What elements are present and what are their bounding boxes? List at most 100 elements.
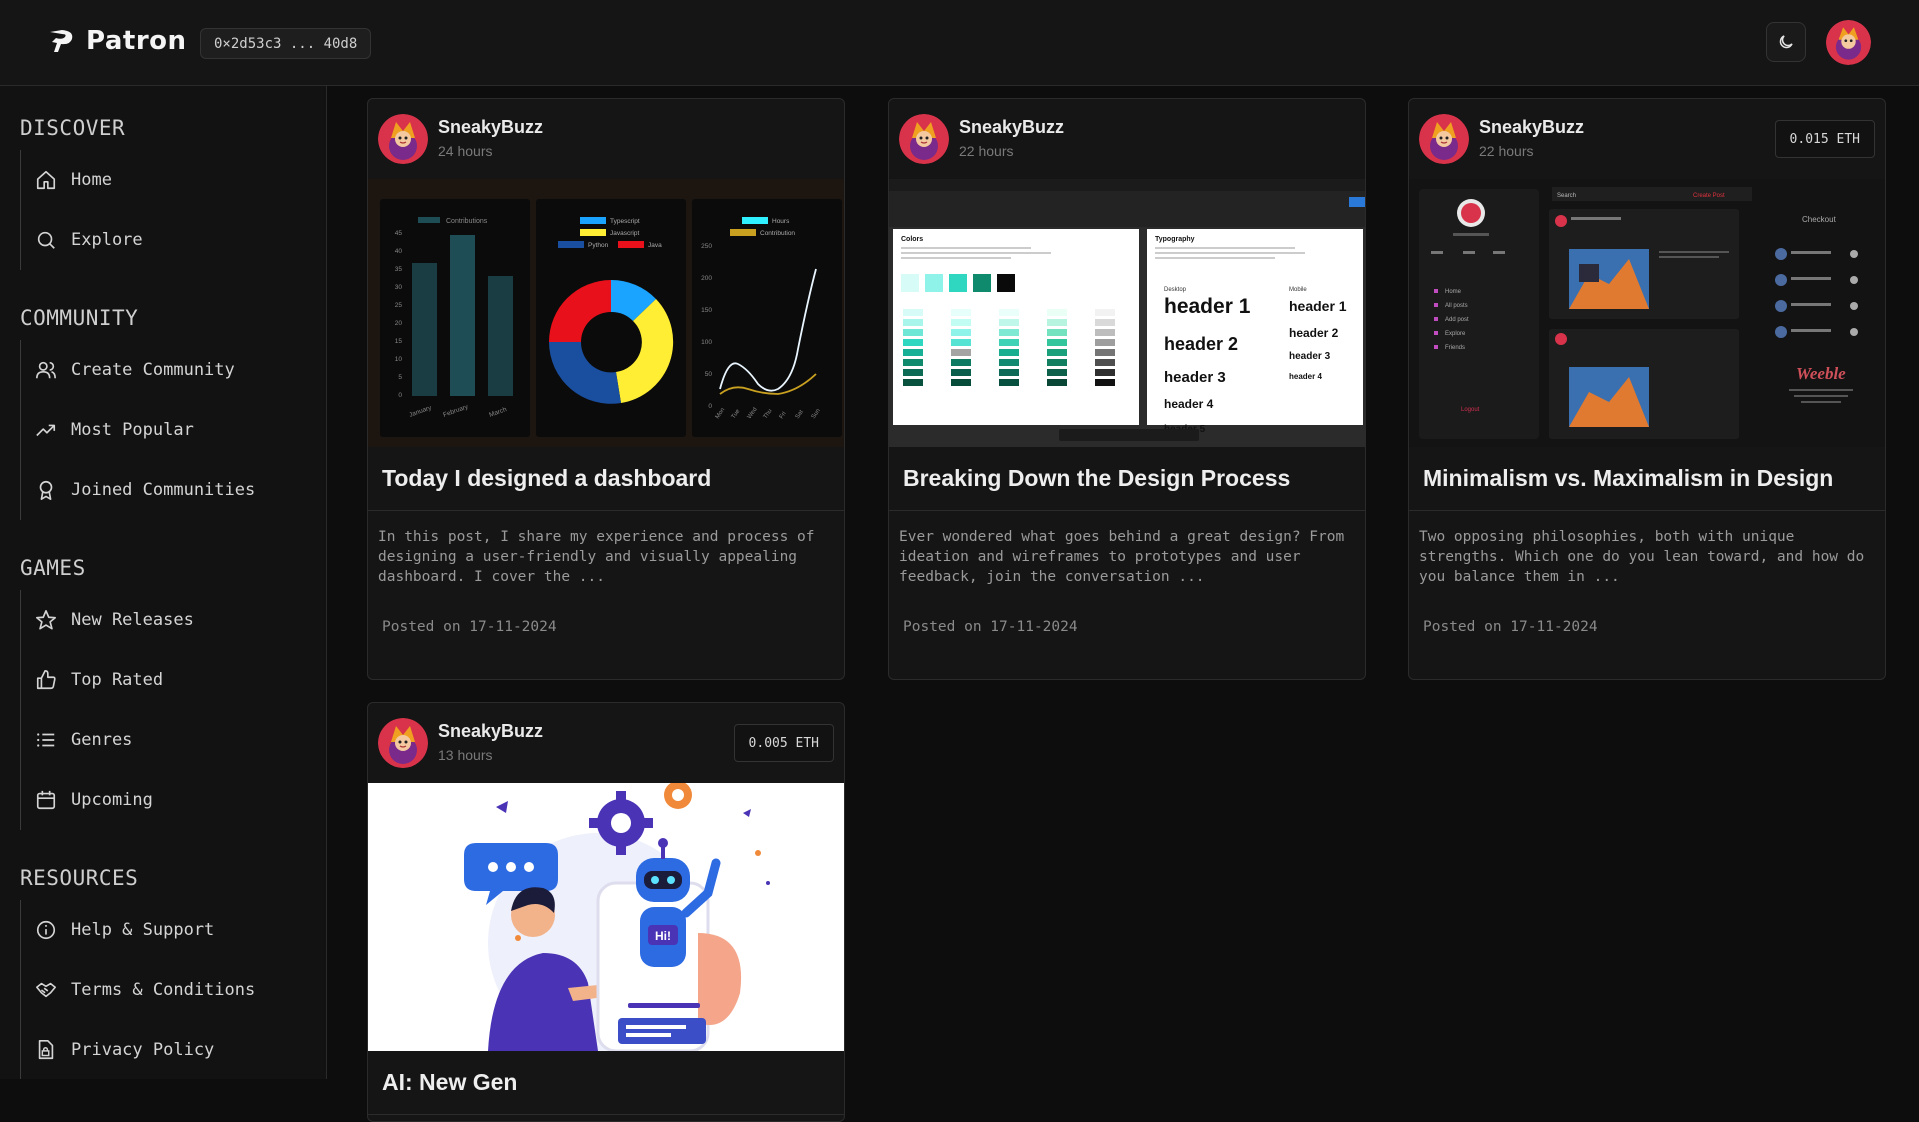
author-avatar[interactable] [1419,114,1469,164]
sidebar-item-new-releases[interactable]: New Releases [35,590,194,650]
moon-icon [1779,35,1793,49]
svg-text:Python: Python [588,242,609,249]
svg-text:150: 150 [701,307,712,314]
svg-text:All posts: All posts [1445,303,1468,309]
post-date: Posted on 17-11-2024 [382,619,557,635]
svg-text:header 3: header 3 [1289,351,1331,362]
sidebar-section-games: GAMES New Releases Top Rated Genres Upco… [20,556,194,830]
svg-text:Hi!: Hi! [655,929,671,943]
brand-logo[interactable]: Patron [48,26,187,56]
sidebar-item-privacy-policy[interactable]: Privacy Policy [35,1020,255,1079]
sidebar: DISCOVER Home Explore COMMUNITY Create C… [0,86,327,1079]
post-title[interactable]: Today I designed a dashboard [368,447,844,511]
svg-text:header 4: header 4 [1164,397,1214,411]
badge-icon [39,480,53,500]
social-app-preview: Home All posts Add post Explore Friends … [1419,187,1858,439]
user-avatar[interactable] [1826,20,1871,65]
svg-text:Weeble: Weeble [1796,364,1846,383]
sidebar-section-resources: RESOURCES Help & Support Terms & Conditi… [20,866,255,1079]
svg-text:Search: Search [1557,193,1576,199]
author-avatar[interactable] [378,718,428,768]
post-time: 13 hours [438,747,493,763]
svg-text:header 1: header 1 [1164,295,1251,318]
search-icon [37,231,55,249]
post-card[interactable]: SneakyBuzz 22 hours Colors Typography De… [888,98,1366,680]
price-badge[interactable]: 0.015 ETH [1774,120,1875,158]
post-image-design-system[interactable]: Colors Typography Desktop Mobile header … [889,179,1365,447]
design-system-preview: Colors Typography Desktop Mobile header … [889,179,1365,441]
svg-text:Add post: Add post [1445,317,1469,323]
sidebar-item-label: Privacy Policy [71,1040,215,1060]
sidebar-item-help-support[interactable]: Help & Support [35,900,255,960]
price-badge[interactable]: 0.005 ETH [733,724,834,762]
author-name[interactable]: SneakyBuzz [1479,117,1584,138]
svg-text:Desktop: Desktop [1164,287,1187,293]
svg-text:35: 35 [395,266,403,273]
svg-text:Javascript: Javascript [610,230,639,237]
post-header: SneakyBuzz 22 hours 0.015 ETH [1409,99,1885,179]
sidebar-item-upcoming[interactable]: Upcoming [35,770,194,830]
svg-text:20: 20 [395,320,403,327]
author-name[interactable]: SneakyBuzz [438,117,543,138]
home-icon [36,170,56,190]
sidebar-item-most-popular[interactable]: Most Popular [35,400,255,460]
post-header: SneakyBuzz 13 hours 0.005 ETH [368,703,844,783]
post-card[interactable]: SneakyBuzz 13 hours 0.005 ETH Hi! AI: Ne… [367,702,845,1122]
svg-text:Explore: Explore [1445,331,1466,337]
post-title[interactable]: AI: New Gen [368,1051,844,1115]
theme-toggle-button[interactable] [1766,22,1806,62]
post-image-ai[interactable]: Hi! [368,783,844,1051]
gear-icon [664,783,692,809]
sidebar-item-explore[interactable]: Explore [35,210,143,270]
info-icon [36,920,56,940]
sidebar-item-create-community[interactable]: Create Community [35,340,255,400]
svg-text:Contribution: Contribution [760,230,795,237]
svg-text:Typescript: Typescript [610,218,640,225]
nav-group: Home Explore [20,150,143,270]
author-name[interactable]: SneakyBuzz [959,117,1064,138]
svg-text:Friends: Friends [1445,345,1465,351]
sidebar-item-label: Explore [71,230,143,250]
svg-text:50: 50 [705,371,713,378]
sidebar-item-top-rated[interactable]: Top Rated [35,650,194,710]
post-image-social-app[interactable]: Home All posts Add post Explore Friends … [1409,179,1885,447]
sidebar-item-label: Most Popular [71,420,194,440]
post-description: Ever wondered what goes behind a great d… [899,529,1345,585]
post-card[interactable]: SneakyBuzz 24 hours Contributions 45 40 … [367,98,845,680]
sidebar-item-home[interactable]: Home [35,150,143,210]
users-icon [36,361,56,379]
sidebar-item-joined-communities[interactable]: Joined Communities [35,460,255,520]
sidebar-section-community: COMMUNITY Create Community Most Popular … [20,306,255,520]
calendar-icon [36,790,56,810]
wallet-address-chip[interactable]: 0×2d53c3 ... 40d8 [200,28,372,59]
svg-text:Hours: Hours [772,218,790,225]
svg-text:40: 40 [395,248,403,255]
author-avatar[interactable] [378,114,428,164]
svg-text:0: 0 [708,403,712,410]
post-title[interactable]: Breaking Down the Design Process [889,447,1365,511]
nav-group: Help & Support Terms & Conditions Privac… [20,900,255,1079]
svg-text:header 3: header 3 [1164,369,1226,386]
post-image-dashboard[interactable]: Contributions 45 40 35 30 25 20 15 10 5 … [368,179,844,447]
handshake-icon [36,982,56,998]
author-name[interactable]: SneakyBuzz [438,721,543,742]
svg-text:25: 25 [395,302,403,309]
sidebar-item-genres[interactable]: Genres [35,710,194,770]
svg-text:header 2: header 2 [1164,334,1238,354]
svg-text:10: 10 [395,356,403,363]
patron-logo-icon [50,30,73,52]
sidebar-item-label: Upcoming [71,790,153,810]
svg-text:Home: Home [1445,289,1462,295]
avatar-image [1826,20,1871,65]
post-time: 24 hours [438,143,493,159]
post-card[interactable]: SneakyBuzz 22 hours 0.015 ETH Home All p… [1408,98,1886,680]
svg-text:Mobile: Mobile [1289,287,1307,293]
sidebar-item-terms-conditions[interactable]: Terms & Conditions [35,960,255,1020]
sidebar-item-label: Help & Support [71,920,215,940]
post-title[interactable]: Minimalism vs. Maximalism in Design [1409,447,1885,511]
sidebar-item-label: Top Rated [71,670,164,690]
author-avatar[interactable] [899,114,949,164]
post-date: Posted on 17-11-2024 [903,619,1078,635]
svg-text:45: 45 [395,230,403,237]
svg-text:100: 100 [701,339,712,346]
